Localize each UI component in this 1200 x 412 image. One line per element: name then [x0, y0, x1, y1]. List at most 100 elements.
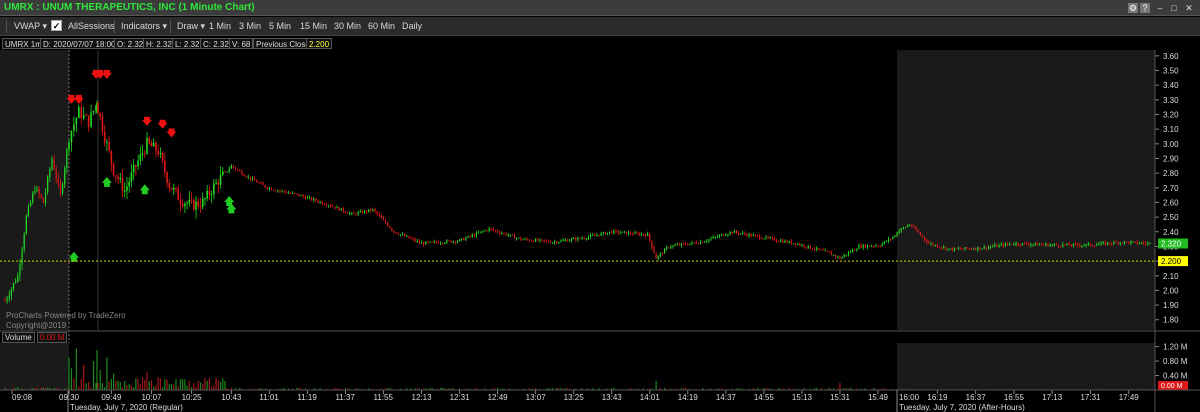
candle-body [833, 254, 835, 256]
candle-body [201, 199, 204, 208]
candle-body [1028, 244, 1030, 246]
candle-body [302, 195, 304, 197]
candle-body [458, 239, 461, 242]
candle-body [981, 248, 983, 250]
candle-body [490, 228, 492, 230]
candle-body [602, 232, 604, 234]
candle-body [998, 244, 1000, 247]
candle-body [64, 167, 66, 184]
candle-body [414, 239, 416, 242]
candle-body [507, 235, 509, 237]
candle-body [177, 188, 180, 200]
candle-body [1102, 242, 1104, 244]
candle-body [890, 238, 892, 240]
candle-body [62, 183, 64, 194]
volume-session-bg-after-hours [897, 343, 1155, 390]
candle-body [1017, 243, 1019, 245]
candle-body [1115, 241, 1117, 243]
candle-body [1111, 243, 1113, 245]
candle-body [708, 239, 710, 241]
candle-body [799, 244, 801, 246]
candle-body [456, 241, 459, 243]
candle-body [143, 153, 146, 155]
candle-body [1132, 241, 1134, 243]
candle-body [128, 181, 130, 187]
candle-body [376, 211, 378, 215]
volume-value: 0.00 M [36, 332, 68, 343]
y-tick-label: 3.50 [1163, 67, 1179, 76]
candle-body [57, 178, 59, 183]
y-tick-label: 2.50 [1163, 213, 1179, 222]
candle-body [919, 232, 921, 236]
x-tick-label: 15:13 [792, 393, 813, 402]
candle-body [744, 232, 746, 235]
candle-body [42, 197, 44, 203]
volume-bar [135, 378, 137, 390]
x-tick-label: 17:49 [1119, 393, 1140, 402]
candle-body [1034, 243, 1036, 245]
candle-body [135, 165, 137, 167]
volume-bar [206, 380, 208, 390]
candle-body [596, 235, 598, 237]
candle-body [568, 240, 571, 242]
candle-body [735, 230, 737, 233]
candle-body [1123, 241, 1126, 244]
candle-body [841, 256, 843, 259]
candle-body [435, 241, 437, 243]
candle-body [860, 245, 862, 248]
candle-body [1106, 242, 1109, 245]
candle-body [585, 238, 587, 240]
candle-body [642, 234, 645, 236]
y-tick-label: 1.80 [1163, 316, 1179, 325]
candle-body [752, 234, 754, 237]
candle-body [731, 231, 733, 233]
candle-body [604, 232, 606, 235]
candle-body [830, 252, 833, 256]
candle-body [644, 234, 647, 236]
candle-body [689, 243, 691, 245]
candle-body [516, 237, 518, 239]
candle-body [932, 243, 934, 246]
candle-body [378, 214, 380, 216]
candle-body [1077, 243, 1079, 246]
candle-body [270, 188, 273, 190]
candle-body [399, 234, 401, 236]
candle-body [1062, 244, 1064, 247]
price-chart[interactable]: 3.60 3.50 3.40 3.30 3.20 3.10 3.00 2.90 2.80 2.70… [0, 0, 1200, 412]
high-cell: H: 2.32 [143, 38, 175, 49]
candle-body [346, 212, 349, 214]
candle-body [630, 232, 632, 234]
candle-body [296, 193, 298, 195]
volume-bar [217, 380, 219, 390]
candle-body [934, 244, 936, 246]
candle-body [782, 240, 784, 243]
candle-body [524, 238, 526, 240]
candle-body [224, 171, 226, 173]
candle-body [674, 245, 676, 247]
candle-body [518, 237, 520, 239]
candle-body [581, 238, 583, 240]
candle-body [370, 209, 372, 211]
volume-bar [155, 385, 157, 390]
x-tick-label: 16:55 [1004, 393, 1025, 402]
volume-bar [70, 368, 73, 390]
volume-bar [224, 380, 226, 390]
x-tick-label: 11:19 [297, 393, 317, 402]
candle-body [1140, 242, 1143, 244]
candle-body [678, 244, 680, 246]
x-tick-label: 10:43 [221, 393, 242, 402]
y-tick-label: 3.60 [1163, 52, 1179, 61]
candle-body [623, 231, 625, 233]
candle-body [609, 231, 611, 233]
candle-body [234, 167, 237, 170]
candle-body [1087, 243, 1089, 245]
candle-body [155, 142, 157, 151]
x-tick-label: 13:07 [526, 393, 547, 402]
candle-body [570, 238, 573, 241]
candle-body [1126, 241, 1128, 243]
volume-bar [119, 382, 121, 390]
candle-body [729, 231, 731, 235]
volume-bar [141, 377, 144, 390]
candle-body [856, 249, 858, 251]
candle-body [32, 193, 34, 203]
